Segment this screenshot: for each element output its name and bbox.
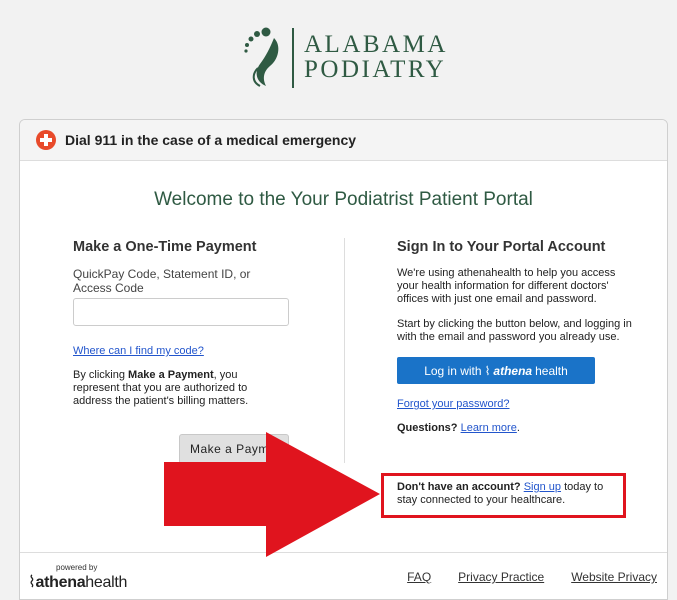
quickpay-label: QuickPay Code, Statement ID, or Access C…: [73, 267, 251, 295]
quickpay-code-input[interactable]: [73, 298, 289, 326]
athena-logo-icon: ⌇: [484, 363, 491, 378]
athena-leaf-icon: ⌇: [28, 574, 36, 591]
footer-brand-bold: athena: [35, 574, 86, 591]
clinic-logo: ALABAMA PODIATRY: [244, 26, 454, 92]
forgot-password-link[interactable]: Forgot your password?: [397, 398, 637, 410]
page-title: Welcome to the Your Podiatrist Patient P…: [154, 189, 533, 210]
footer: powered by ⌇athenahealth FAQ Privacy Pra…: [20, 552, 667, 599]
privacy-practice-link[interactable]: Privacy Practice: [458, 570, 544, 584]
login-brand-suffix: health: [535, 363, 568, 378]
signin-heading: Sign In to Your Portal Account: [397, 239, 606, 255]
signin-start-text: Start by clicking the button below, and …: [397, 318, 632, 343]
payment-heading: Make a One-Time Payment: [73, 239, 257, 255]
faq-link[interactable]: FAQ: [407, 570, 431, 584]
foot-logo-icon: [244, 27, 279, 87]
signin-intro: We're using athenahealth to help you acc…: [397, 267, 616, 305]
learn-more-link[interactable]: Learn more: [461, 422, 517, 434]
column-divider: [344, 238, 345, 463]
signup-highlight-box: Don't have an account? Sign up today to …: [381, 473, 626, 518]
medical-cross-icon: [36, 130, 56, 150]
login-prefix: Log in with: [424, 363, 482, 378]
questions-suffix: .: [516, 422, 520, 434]
no-account-label: Don't have an account?: [397, 481, 521, 493]
signup-link[interactable]: Sign up: [524, 481, 561, 493]
website-privacy-link[interactable]: Website Privacy: [571, 570, 657, 584]
payment-authorization-text: By clicking Make a Payment, you represen…: [73, 369, 273, 408]
questions-line: Questions? Learn more.: [397, 422, 637, 434]
payment-section: Make a One-Time Payment QuickPay Code, S…: [73, 239, 313, 408]
logo-line-1: ALABAMA: [304, 31, 448, 58]
athenahealth-logo: ⌇athenahealth: [28, 572, 127, 592]
logo-line-2: PODIATRY: [304, 56, 447, 83]
logo-divider: [292, 28, 294, 88]
login-athenahealth-button[interactable]: Log in with ⌇ athena health: [397, 357, 595, 384]
signin-section: Sign In to Your Portal Account We're usi…: [397, 239, 637, 434]
powered-by-text: powered by: [56, 563, 98, 572]
footer-brand-rest: health: [85, 574, 128, 591]
emergency-text: Dial 911 in the case of a medical emerge…: [65, 132, 357, 148]
questions-label: Questions?: [397, 422, 458, 434]
auth-prefix: By clicking: [73, 369, 129, 381]
find-code-link[interactable]: Where can I find my code?: [73, 345, 313, 357]
arrow-right-icon: [164, 432, 380, 557]
login-brand: athena: [493, 363, 533, 378]
auth-bold: Make a Payment: [128, 369, 214, 381]
emergency-banner: Dial 911 in the case of a medical emerge…: [20, 120, 667, 161]
logo-wordmark: ALABAMA PODIATRY: [304, 32, 448, 82]
footer-links: FAQ Privacy Practice Website Privacy: [407, 570, 657, 584]
